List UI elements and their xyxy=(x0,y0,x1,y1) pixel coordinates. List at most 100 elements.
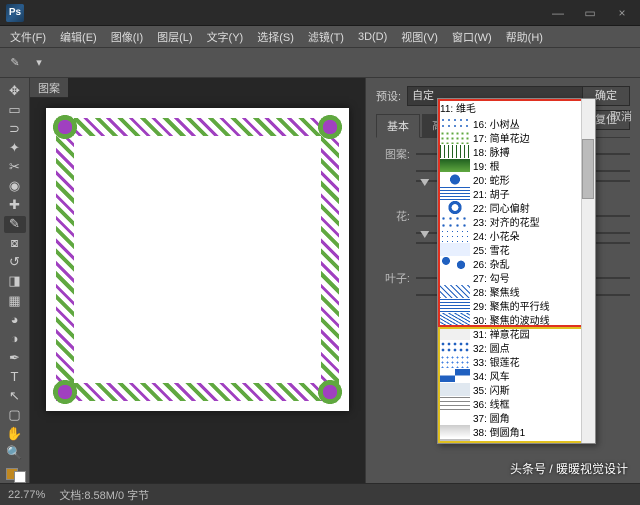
gradient-tool[interactable]: ▦ xyxy=(4,292,26,309)
pattern-picker-popup: 11: 维毛 16: 小树丛17: 简单花边18: 脉搏19: 根20: 蛇形2… xyxy=(437,98,596,444)
background-color[interactable] xyxy=(14,471,26,483)
pattern-item[interactable]: 18: 脉搏 xyxy=(438,144,595,158)
pattern-label: 19: 根 xyxy=(473,158,500,173)
maximize-button[interactable]: ▭ xyxy=(578,6,602,20)
titlebar: Ps — ▭ × xyxy=(0,0,640,26)
pattern-label: 29: 聚焦的平行线 xyxy=(473,298,550,313)
scrollbar-thumb[interactable] xyxy=(582,139,594,199)
dodge-tool[interactable]: ◑ xyxy=(4,330,26,347)
shape-tool[interactable]: ▢ xyxy=(4,407,26,424)
menu-3d[interactable]: 3D(D) xyxy=(352,29,393,45)
tab-basic[interactable]: 基本 xyxy=(376,114,420,138)
scrollbar[interactable] xyxy=(581,99,595,443)
move-tool[interactable]: ✥ xyxy=(4,82,26,99)
pattern-item[interactable]: 38: 倒圆角1 xyxy=(438,424,595,438)
pattern-label: 39: 倒圆角2 xyxy=(473,438,525,445)
menubar: 文件(F) 编辑(E) 图像(I) 图层(L) 文字(Y) 选择(S) 滤镜(T… xyxy=(0,26,640,48)
pattern-label: 31: 禅意花园 xyxy=(473,326,530,341)
pattern-label: 37: 圆角 xyxy=(473,410,510,425)
zoom-level[interactable]: 22.77% xyxy=(8,489,45,501)
pattern-item[interactable]: 27: 勾号 xyxy=(438,270,595,284)
cancel-button[interactable]: 取消 xyxy=(610,108,632,124)
pattern-item[interactable]: 26: 杂乱 xyxy=(438,256,595,270)
close-button[interactable]: × xyxy=(610,6,634,20)
pattern-item[interactable]: 17: 简单花边 xyxy=(438,130,595,144)
menu-select[interactable]: 选择(S) xyxy=(251,27,300,47)
pattern-label: 23: 对齐的花型 xyxy=(473,214,540,229)
menu-edit[interactable]: 编辑(E) xyxy=(54,27,103,47)
pattern-item[interactable]: 20: 蛇形 xyxy=(438,172,595,186)
pattern-swatch xyxy=(440,355,470,368)
pattern-item[interactable]: 35: 闪斯 xyxy=(438,382,595,396)
wand-tool[interactable]: ✦ xyxy=(4,139,26,156)
preset-label: 预设: xyxy=(376,88,401,104)
history-brush-tool[interactable]: ↺ xyxy=(4,254,26,271)
pattern-label: 32: 圆点 xyxy=(473,340,510,355)
menu-type[interactable]: 文字(Y) xyxy=(201,27,250,47)
pattern-item[interactable]: 30: 聚焦的波动线 xyxy=(438,312,595,326)
pattern-swatch xyxy=(440,131,470,144)
pattern-item[interactable]: 28: 聚焦线 xyxy=(438,284,595,298)
pattern-swatch xyxy=(440,299,470,312)
zoom-tool[interactable]: 🔍 xyxy=(4,445,26,462)
pattern-item[interactable]: 25: 雪花 xyxy=(438,242,595,256)
menu-filter[interactable]: 滤镜(T) xyxy=(302,27,350,47)
hand-tool[interactable]: ✋ xyxy=(4,426,26,443)
marquee-tool[interactable]: ▭ xyxy=(4,101,26,118)
type-tool[interactable]: T xyxy=(4,368,26,385)
pattern-item[interactable]: 23: 对齐的花型 xyxy=(438,214,595,228)
pattern-swatch xyxy=(440,327,470,340)
pattern-item[interactable]: 31: 禅意花园 xyxy=(438,326,595,340)
eyedropper-tool[interactable]: ◉ xyxy=(4,177,26,194)
pattern-item[interactable]: 22: 同心偏射 xyxy=(438,200,595,214)
menu-layer[interactable]: 图层(L) xyxy=(151,27,198,47)
dropdown-icon[interactable]: ▾ xyxy=(30,54,48,72)
pattern-swatch xyxy=(440,145,470,158)
pattern-item[interactable]: 21: 胡子 xyxy=(438,186,595,200)
pattern-swatch xyxy=(440,397,470,410)
brush-tool[interactable]: ✎ xyxy=(4,216,26,233)
stamp-tool[interactable]: ⧇ xyxy=(4,235,26,252)
pattern-label: 17: 简单花边 xyxy=(473,130,530,145)
blur-tool[interactable]: ◕ xyxy=(4,311,26,328)
pattern-item[interactable]: 33: 银莲花 xyxy=(438,354,595,368)
crop-tool[interactable]: ✂ xyxy=(4,158,26,175)
menu-window[interactable]: 窗口(W) xyxy=(446,27,498,47)
menu-file[interactable]: 文件(F) xyxy=(4,27,52,47)
pattern-item[interactable]: 32: 圆点 xyxy=(438,340,595,354)
document-tab[interactable]: 图案 xyxy=(30,78,68,98)
pattern-swatch xyxy=(440,425,470,438)
color-swatches[interactable] xyxy=(4,466,26,483)
pattern-label: 21: 胡子 xyxy=(473,186,510,201)
menu-view[interactable]: 视图(V) xyxy=(395,27,444,47)
pattern-item[interactable]: 29: 聚焦的平行线 xyxy=(438,298,595,312)
canvas[interactable] xyxy=(46,108,349,411)
pattern-popup-top-item[interactable]: 11: 维毛 xyxy=(438,99,595,116)
pattern-item[interactable]: 37: 圆角 xyxy=(438,410,595,424)
pattern-item[interactable]: 36: 线框 xyxy=(438,396,595,410)
slider-label-leaf: 叶子: xyxy=(376,270,416,286)
pattern-label: 33: 银莲花 xyxy=(473,354,520,369)
pattern-item[interactable]: 34: 风车 xyxy=(438,368,595,382)
menu-help[interactable]: 帮助(H) xyxy=(500,27,549,47)
heal-tool[interactable]: ✚ xyxy=(4,197,26,214)
pattern-swatch xyxy=(440,229,470,242)
lasso-tool[interactable]: ⊃ xyxy=(4,120,26,137)
pattern-label: 28: 聚焦线 xyxy=(473,284,520,299)
pattern-label: 34: 风车 xyxy=(473,368,510,383)
pattern-item[interactable]: 39: 倒圆角2 xyxy=(438,438,595,444)
pattern-label: 25: 雪花 xyxy=(473,242,510,257)
minimize-button[interactable]: — xyxy=(546,6,570,20)
pattern-item[interactable]: 24: 小花朵 xyxy=(438,228,595,242)
options-bar: ✎ ▾ xyxy=(0,48,640,78)
pattern-swatch xyxy=(440,117,470,130)
menu-image[interactable]: 图像(I) xyxy=(105,27,149,47)
pattern-item[interactable]: 16: 小树丛 xyxy=(438,116,595,130)
pen-tool[interactable]: ✒ xyxy=(4,349,26,366)
doc-info[interactable]: 文档:8.58M/0 字节 xyxy=(59,487,149,503)
pattern-swatch xyxy=(440,257,470,270)
pattern-label: 27: 勾号 xyxy=(473,270,510,285)
path-tool[interactable]: ↖ xyxy=(4,388,26,405)
pattern-item[interactable]: 19: 根 xyxy=(438,158,595,172)
eraser-tool[interactable]: ◨ xyxy=(4,273,26,290)
